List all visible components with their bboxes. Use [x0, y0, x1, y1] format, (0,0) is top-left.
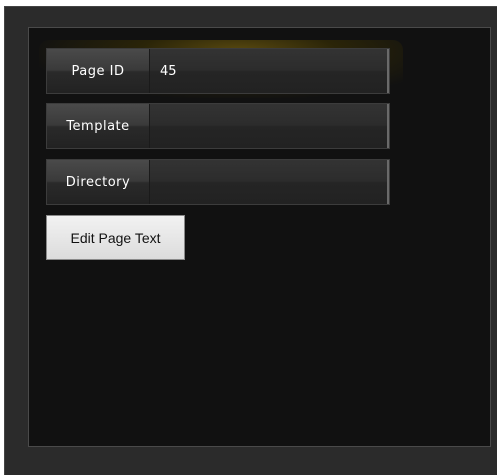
- template-row: Template: [46, 103, 390, 149]
- page-id-input[interactable]: [150, 49, 389, 93]
- directory-row: Directory: [46, 159, 390, 205]
- template-label: Template: [47, 104, 150, 148]
- directory-input[interactable]: [150, 160, 389, 204]
- template-input[interactable]: [150, 104, 389, 148]
- page-id-label: Page ID: [47, 49, 150, 93]
- page-id-row: Page ID: [46, 48, 390, 94]
- directory-label: Directory: [47, 160, 150, 204]
- edit-page-text-button[interactable]: Edit Page Text: [46, 215, 185, 260]
